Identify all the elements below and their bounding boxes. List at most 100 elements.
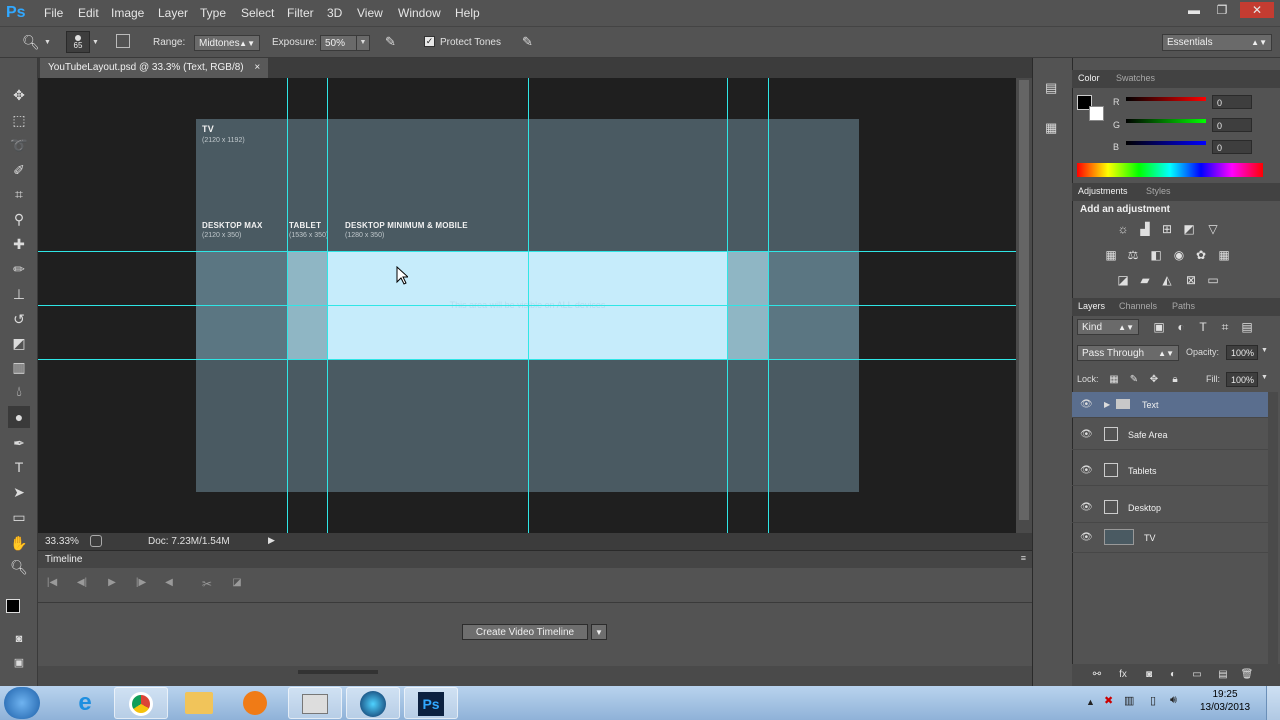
lock-image-icon[interactable]: ✎ — [1127, 373, 1141, 387]
layer-row-desktop[interactable]: 👁︎ Desktop — [1072, 493, 1268, 523]
timeline-zoom-slider[interactable] — [298, 670, 378, 674]
move-tool-icon[interactable]: ✥ — [8, 84, 30, 106]
tab-color[interactable]: Color — [1078, 73, 1100, 83]
photoshop-taskbar-icon[interactable]: Ps — [404, 687, 458, 719]
dodge-tool-icon[interactable]: ● — [8, 406, 30, 428]
posterize-icon[interactable]: ▰ — [1138, 273, 1152, 287]
timeline-menu-icon[interactable]: ≡ — [1021, 553, 1026, 563]
airbrush-icon[interactable]: ✎ — [385, 34, 396, 50]
menu-edit[interactable]: Edit — [78, 0, 99, 26]
clone-stamp-tool-icon[interactable]: ⊥ — [8, 283, 30, 305]
minimize-button[interactable]: ▬ — [1180, 2, 1208, 18]
levels-icon[interactable]: ▟ — [1138, 222, 1152, 236]
crop-tool-icon[interactable]: ⌗ — [8, 183, 30, 205]
marquee-tool-icon[interactable]: ⬚ — [8, 109, 30, 131]
quick-mask-icon[interactable]: ◙ — [8, 628, 30, 650]
delete-layer-icon[interactable]: 🗑︎ — [1240, 668, 1254, 682]
system-clock[interactable]: 19:25 13/03/2013 — [1192, 688, 1258, 714]
selective-color-icon[interactable]: ⊠ — [1184, 273, 1198, 287]
close-button[interactable]: ✕ — [1240, 2, 1274, 18]
channel-mixer-icon[interactable]: ✿ — [1194, 248, 1208, 262]
menu-type[interactable]: Type — [200, 0, 226, 26]
brush-preset-picker[interactable]: 65 — [66, 31, 90, 53]
battery-icon[interactable]: ▯ — [1150, 694, 1156, 707]
history-panel-icon[interactable]: ▤ — [1045, 80, 1057, 96]
filter-pixel-icon[interactable]: ▣ — [1152, 320, 1166, 334]
visibility-eye-icon[interactable]: 👁︎ — [1080, 429, 1093, 440]
start-button-icon[interactable] — [4, 687, 40, 719]
menu-help[interactable]: Help — [455, 0, 480, 26]
new-group-icon[interactable]: ▭ — [1190, 668, 1204, 682]
zoom-level[interactable]: 33.33% — [45, 536, 79, 547]
opacity-value[interactable]: 100% — [1226, 345, 1258, 360]
link-layers-icon[interactable]: ⚯ — [1090, 668, 1104, 682]
fx-icon[interactable]: fx — [1116, 668, 1130, 682]
exposure-icon[interactable]: ◩ — [1182, 222, 1196, 236]
menu-filter[interactable]: Filter — [287, 0, 314, 26]
visibility-eye-icon[interactable]: 👁︎ — [1080, 399, 1093, 410]
close-tab-icon[interactable]: × — [254, 62, 260, 73]
eyedropper-tool-icon[interactable]: ⚲ — [8, 208, 30, 230]
blur-tool-icon[interactable]: 💧︎ — [8, 380, 30, 402]
red-slider[interactable] — [1126, 97, 1206, 101]
movie-maker-icon[interactable] — [288, 687, 342, 719]
tray-expand-icon[interactable]: ▲ — [1086, 697, 1095, 707]
type-tool-icon[interactable]: T — [8, 456, 30, 478]
tab-layers[interactable]: Layers — [1078, 301, 1105, 311]
show-desktop-button[interactable] — [1266, 686, 1280, 720]
color-spectrum-bar[interactable] — [1077, 163, 1263, 177]
black-white-icon[interactable]: ◧ — [1149, 248, 1163, 262]
filter-adjustment-icon[interactable]: ◐ — [1174, 320, 1188, 334]
brush-dropdown-arrow-icon[interactable]: ▼ — [92, 39, 99, 46]
workspace-select[interactable]: Essentials ▲▼ — [1162, 34, 1272, 51]
exposure-input[interactable]: 50% — [320, 35, 360, 51]
photo-filter-icon[interactable]: ◉ — [1172, 248, 1186, 262]
play-icon[interactable]: ▶ — [102, 577, 122, 593]
layer-row-tablets[interactable]: 👁︎ Tablets — [1072, 456, 1268, 486]
fill-arrow-icon[interactable]: ▼ — [1261, 374, 1268, 381]
color-balance-icon[interactable]: ⚖ — [1126, 248, 1140, 262]
audio-icon[interactable]: ◀ — [159, 577, 179, 593]
menu-file[interactable]: File — [44, 0, 63, 26]
tab-styles[interactable]: Styles — [1146, 186, 1171, 196]
split-icon[interactable]: ✂ — [197, 577, 217, 593]
foreground-color-swatch[interactable] — [6, 599, 20, 613]
vibrance-icon[interactable]: ▽ — [1206, 222, 1220, 236]
blue-value[interactable]: 0 — [1212, 140, 1252, 154]
lock-transparent-icon[interactable]: ▦ — [1107, 373, 1121, 387]
tab-adjustments[interactable]: Adjustments — [1078, 186, 1128, 196]
path-selection-tool-icon[interactable]: ➤ — [8, 481, 30, 503]
background-color-swatch[interactable] — [1089, 106, 1104, 121]
brightness-icon[interactable]: ☼ — [1116, 222, 1130, 236]
filter-shape-icon[interactable]: ⌗ — [1218, 320, 1232, 334]
opacity-arrow-icon[interactable]: ▼ — [1261, 347, 1268, 354]
invert-icon[interactable]: ◪ — [1116, 273, 1130, 287]
layer-row-text[interactable]: 👁︎ ▶ Text — [1072, 392, 1268, 418]
timeline-mode-dropdown-icon[interactable]: ▼ — [591, 624, 607, 640]
document-tab[interactable]: YouTubeLayout.psd @ 33.3% (Text, RGB/8) … — [40, 58, 269, 78]
menu-layer[interactable]: Layer — [158, 0, 188, 26]
healing-brush-tool-icon[interactable]: ✚ — [8, 233, 30, 255]
tool-preset-arrow-icon[interactable]: ▼ — [44, 39, 51, 46]
first-frame-icon[interactable]: |◀ — [42, 577, 62, 593]
tab-swatches[interactable]: Swatches — [1116, 73, 1155, 83]
blue-slider[interactable] — [1126, 141, 1206, 145]
history-brush-tool-icon[interactable]: ↺ — [8, 308, 30, 330]
guide-horizontal[interactable] — [38, 251, 1016, 252]
quick-selection-tool-icon[interactable]: ✐ — [8, 159, 30, 181]
gradient-tool-icon[interactable]: ▥ — [8, 356, 30, 378]
next-frame-icon[interactable]: |▶ — [131, 577, 151, 593]
screen-mode-icon[interactable]: ▣ — [8, 652, 30, 674]
layers-scrollbar[interactable] — [1268, 392, 1278, 664]
dodge-tool-icon[interactable]: 🔍︎ — [22, 34, 40, 51]
rectangle-tool-icon[interactable]: ▭ — [8, 506, 30, 528]
previous-frame-icon[interactable]: ◀| — [72, 577, 92, 593]
zoom-tool-icon[interactable]: 🔍︎ — [8, 556, 30, 578]
filter-type-icon[interactable]: T — [1196, 320, 1210, 334]
curves-icon[interactable]: ⊞ — [1160, 222, 1174, 236]
color-lookup-icon[interactable]: ▦ — [1217, 248, 1231, 262]
volume-icon[interactable]: 🔊︎ — [1170, 694, 1177, 707]
scrollbar-thumb[interactable] — [1019, 80, 1029, 520]
threshold-icon[interactable]: ◭ — [1160, 273, 1174, 287]
lock-all-icon[interactable]: 🔒︎ — [1168, 373, 1182, 387]
